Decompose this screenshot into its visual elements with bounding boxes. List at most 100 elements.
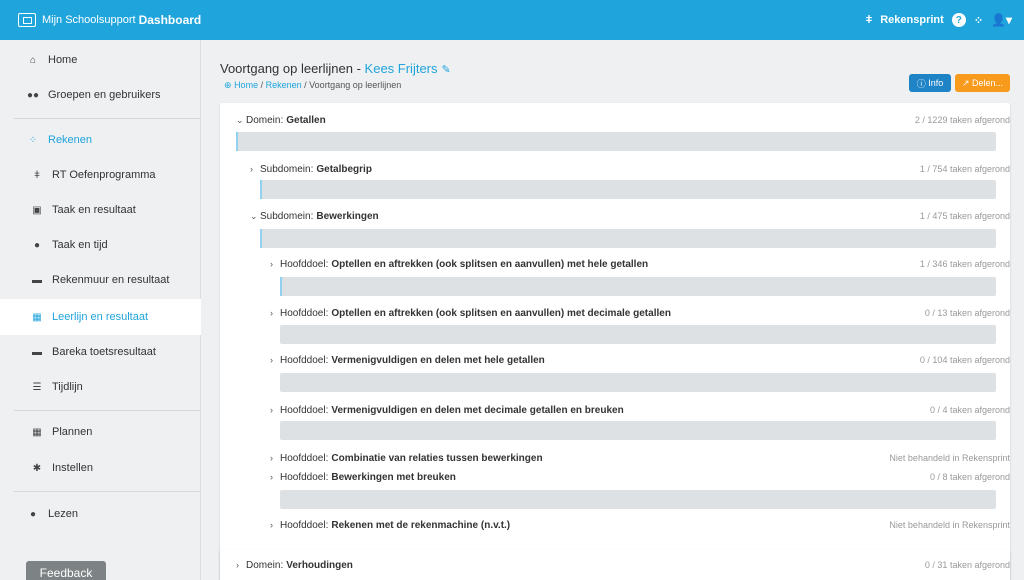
goal-prefix: Hoofddoel: — [280, 307, 329, 319]
sidebar-item-home[interactable]: ⌂ Home — [0, 42, 201, 78]
breadcrumb-rekenen[interactable]: Rekenen — [266, 80, 302, 90]
breadcrumb-home[interactable]: Home — [234, 80, 258, 90]
navbar-right: ǂ Rekensprint ? ⁘ 👤▾ — [866, 0, 1012, 40]
info-button[interactable]: ⓘ Info — [909, 74, 951, 92]
student-name[interactable]: Kees Frijters — [365, 61, 438, 76]
domain-name: Getallen — [286, 114, 326, 126]
program-switch[interactable]: Rekensprint — [880, 14, 944, 26]
chevron-right-icon[interactable]: › — [270, 453, 280, 463]
goal-row-header[interactable]: › Hoofddoel: Vermenigvuldigen en delen met… — [270, 403, 624, 417]
chevron-right-icon[interactable]: › — [270, 259, 280, 269]
subdomain-row-header[interactable]: › Subdomein: Getalbegrip — [250, 162, 372, 176]
chevron-down-icon[interactable]: ⌄ — [236, 115, 246, 126]
sidebar-item-label: Lezen — [48, 508, 78, 520]
sidebar-item-groepen[interactable]: ●● Groepen en gebruikers — [0, 77, 201, 113]
reader-icon: ● — [29, 508, 37, 520]
chevron-right-icon[interactable]: › — [270, 308, 280, 318]
share-button[interactable]: ↗ Delen... — [955, 74, 1010, 92]
sidebar-divider — [14, 118, 200, 119]
subdomain-row-header[interactable]: ⌄ Subdomein: Bewerkingen — [250, 209, 379, 223]
goal-row-header[interactable]: › Hoofddoel: Combinatie van relaties tusse… — [270, 451, 543, 465]
goal-progress-bar — [280, 421, 996, 440]
brand[interactable]: Mijn Schoolsupport Dashboard — [18, 13, 201, 27]
progress-fill — [236, 132, 238, 151]
sidebar-item-bareka[interactable]: ▬ Bareka toetsresultaat — [0, 334, 201, 370]
domain-task-count: 0 / 31 taken afgerond — [924, 560, 1010, 570]
sidebar-item-label: Taak en resultaat — [52, 204, 136, 216]
progress-fill — [260, 180, 262, 199]
wall-icon: ▬ — [32, 346, 42, 358]
goal-name: Optellen en aftrekken (ook splitsen en a… — [331, 258, 649, 270]
sidebar-item-label: Groepen en gebruikers — [48, 89, 161, 101]
goal-task-count: 0 / 4 taken afgerond — [929, 405, 1010, 415]
goal-row-header[interactable]: › Hoofddoel: Bewerkingen met breuken — [270, 470, 456, 484]
feedback-button[interactable]: Feedback — [26, 561, 106, 580]
goal-name: Combinatie van relaties tussen bewerking… — [331, 452, 543, 464]
brand-logo-icon — [18, 13, 36, 27]
sidebar-item-label: Leerlijn en resultaat — [52, 311, 149, 323]
goal-name: Vermenigvuldigen en delen met decimale g… — [331, 404, 624, 416]
subdomain-task-count: 1 / 475 taken afgerond — [919, 211, 1010, 221]
sidebar-item-label: Instellen — [52, 462, 93, 474]
goal-row-header[interactable]: › Hoofddoel: Rekenen met de rekenmachine (… — [270, 518, 510, 532]
sidebar-item-plannen[interactable]: ▦ Plannen — [0, 414, 201, 450]
goal-task-count: 0 / 13 taken afgerond — [924, 308, 1010, 318]
info-circle-icon: ⓘ — [916, 78, 929, 89]
grid-icon[interactable]: ⁘ — [974, 14, 983, 27]
sidebar-item-rekenen[interactable]: ⁘ Rekenen — [0, 122, 201, 158]
chevron-right-icon[interactable]: › — [270, 405, 280, 415]
main-content: Voortgang op leerlijnen - Kees Frijters ✎… — [202, 40, 1024, 580]
goal-task-count: 0 / 104 taken afgerond — [919, 355, 1010, 365]
goal-row-header[interactable]: › Hoofddoel: Optellen en aftrekken (ook sp… — [270, 306, 671, 320]
page-title-text: Voortgang op leerlijnen - — [220, 61, 365, 76]
goal-row-header[interactable]: › Hoofddoel: Optellen en aftrekken (ook sp… — [270, 257, 648, 271]
goal-prefix: Hoofddoel: — [280, 519, 329, 531]
chevron-right-icon[interactable]: › — [270, 355, 280, 365]
calendar-check-icon: ▦ — [32, 311, 42, 323]
chevron-right-icon[interactable]: › — [236, 560, 246, 570]
brand-prefix: Mijn Schoolsupport — [42, 14, 136, 26]
progress-fill — [260, 229, 262, 248]
chevron-right-icon[interactable]: › — [270, 472, 280, 482]
sidebar-item-tijdlijn[interactable]: ☰ Tijdlijn — [0, 369, 201, 405]
sidebar-item-rekenmuur[interactable]: ▬ Rekenmuur en resultaat — [0, 262, 201, 298]
domain-prefix: Domein: — [246, 559, 284, 571]
goal-row-header[interactable]: › Hoofddoel: Vermenigvuldigen en delen met… — [270, 353, 545, 367]
domain-row-header[interactable]: ⌄ Domein: Getallen — [236, 113, 326, 127]
chevron-down-icon[interactable]: ⌄ — [250, 211, 260, 222]
users-icon: ●● — [26, 89, 40, 101]
sidebar-item-label: Taak en tijd — [52, 239, 108, 251]
subdomain-task-count: 1 / 754 taken afgerond — [919, 164, 1010, 174]
goal-name: Vermenigvuldigen en delen met hele getal… — [331, 354, 545, 366]
goal-progress-bar — [280, 490, 996, 509]
user-icon[interactable]: 👤▾ — [991, 13, 1012, 27]
progress-fill — [280, 277, 282, 296]
sidebar-item-taak-en-resultaat[interactable]: ▣ Taak en resultaat — [0, 192, 201, 228]
stopwatch-icon: ● — [33, 239, 41, 251]
sidebar-item-leerlijn[interactable]: ▦ Leerlijn en resultaat — [0, 299, 201, 335]
question-circle-icon[interactable]: ? — [951, 13, 966, 27]
goal-prefix: Hoofddoel: — [280, 258, 329, 270]
home-icon: ⌂ — [29, 54, 37, 66]
sidebar-item-label: Home — [48, 54, 78, 66]
chevron-right-icon[interactable]: › — [270, 520, 280, 530]
goal-prefix: Hoofddoel: — [280, 354, 329, 366]
goal-prefix: Hoofddoel: — [280, 471, 329, 483]
domain-row-header[interactable]: › Domein: Verhoudingen — [236, 558, 353, 572]
sidebar-item-instellen[interactable]: ✱ Instellen — [0, 450, 201, 486]
runner-icon: ǂ — [34, 169, 40, 181]
goal-name: Bewerkingen met breuken — [331, 471, 456, 483]
sidebar-item-lezen[interactable]: ● Lezen — [0, 496, 201, 532]
page-title: Voortgang op leerlijnen - Kees Frijters ✎ — [220, 61, 451, 76]
chart-square-icon: ▣ — [32, 204, 42, 216]
edit-icon[interactable]: ✎ — [442, 64, 451, 76]
sidebar-divider — [14, 491, 200, 492]
sidebar-item-taak-en-tijd[interactable]: ● Taak en tijd — [0, 227, 201, 263]
chevron-right-icon[interactable]: › — [250, 164, 260, 174]
top-navbar: Mijn Schoolsupport Dashboard ǂ Rekenspri… — [0, 0, 1024, 40]
share-icon: ↗ — [961, 77, 972, 88]
sidebar-item-rt-oefenprogramma[interactable]: ǂ RT Oefenprogramma — [0, 157, 201, 193]
runner-icon: ǂ — [865, 14, 873, 26]
domain-prefix: Domein: — [246, 114, 284, 126]
share-button-label: Delen... — [972, 78, 1004, 88]
